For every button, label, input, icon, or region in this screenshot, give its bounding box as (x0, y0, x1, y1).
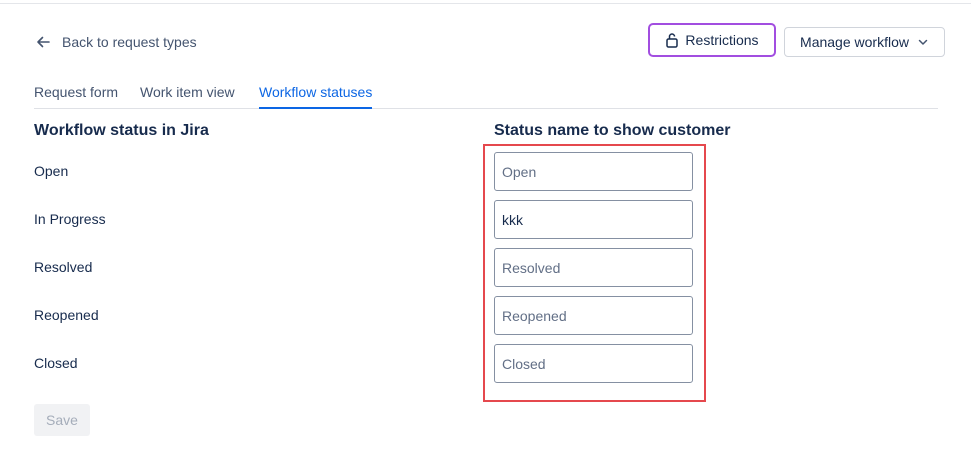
manage-workflow-button[interactable]: Manage workflow (784, 27, 945, 57)
jira-status-resolved: Resolved (34, 259, 93, 275)
arrow-left-icon (34, 33, 52, 51)
tab-request-form[interactable]: Request form (34, 82, 118, 108)
top-divider (0, 0, 971, 4)
jira-status-in-progress: In Progress (34, 211, 106, 227)
unlock-icon (665, 32, 679, 48)
save-button[interactable]: Save (34, 404, 90, 436)
tab-work-item-view[interactable]: Work item view (140, 82, 235, 108)
chevron-down-icon (917, 36, 929, 48)
jira-status-open: Open (34, 163, 69, 179)
customer-status-input-closed[interactable] (494, 344, 693, 383)
customer-status-input-in-progress[interactable] (494, 200, 693, 239)
tab-workflow-statuses[interactable]: Workflow statuses (259, 82, 373, 109)
customer-status-input-open[interactable] (494, 152, 693, 191)
customer-status-input-reopened[interactable] (494, 296, 693, 335)
customer-status-input-resolved[interactable] (494, 248, 693, 287)
restrictions-button[interactable]: Restrictions (648, 23, 776, 57)
back-link-label: Back to request types (62, 34, 197, 50)
customer-status-column-header: Status name to show customer (494, 122, 731, 139)
back-to-request-types-link[interactable]: Back to request types (34, 30, 197, 54)
jira-status-reopened: Reopened (34, 307, 99, 323)
manage-workflow-label: Manage workflow (800, 34, 909, 50)
restrictions-label: Restrictions (685, 32, 759, 48)
jira-status-column-header: Workflow status in Jira (34, 122, 209, 139)
jira-status-closed: Closed (34, 355, 78, 371)
tab-bar: Request form Work item view Workflow sta… (34, 82, 938, 109)
